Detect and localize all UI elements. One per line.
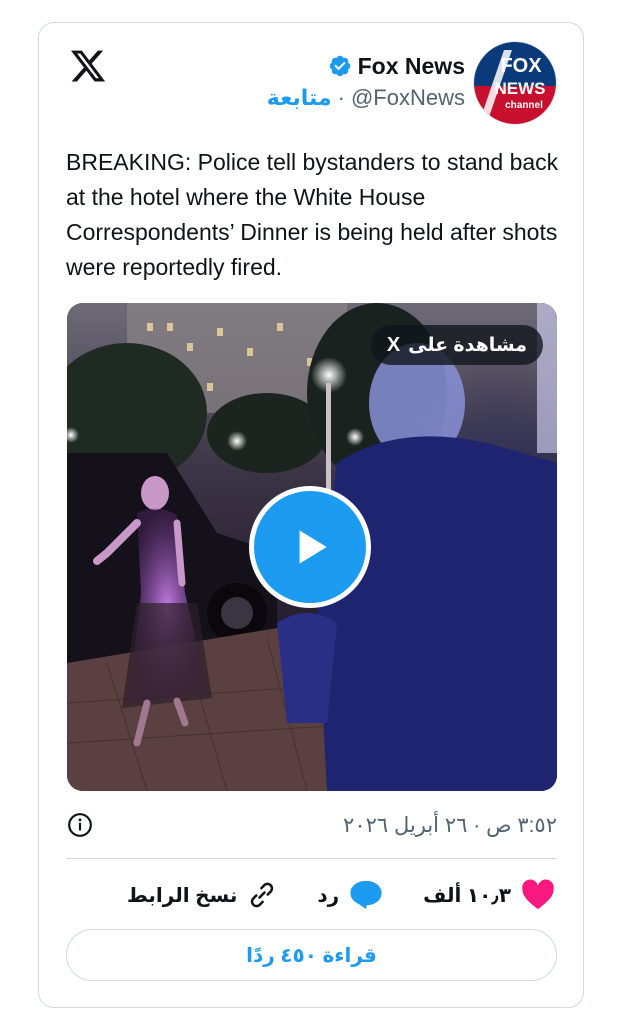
follow-link[interactable]: متابعة [267, 85, 332, 111]
reply-label: رد [317, 884, 340, 907]
watch-on-label: مشاهدة على [408, 334, 527, 356]
tweet-actions: نسخ الرابط رد ١٠٫٣ ألف [127, 873, 555, 917]
likes-count: ١٠٫٣ ألف [423, 884, 511, 907]
tweet-meta-row: ٣:٥٢ ص · ٢٦ أبريل ٢٠٢٦ [67, 808, 557, 842]
verified-badge-icon [329, 55, 350, 77]
link-icon [251, 882, 274, 908]
x-logo-icon[interactable] [69, 47, 107, 85]
info-icon[interactable] [67, 812, 93, 838]
tweet-timestamp[interactable]: ٣:٥٢ ص · ٢٦ أبريل ٢٠٢٦ [343, 813, 557, 838]
fox-news-logo-icon: FOX NEWS channel [474, 42, 556, 124]
video-media[interactable]: X مشاهدة على [67, 303, 557, 791]
reply-button[interactable]: رد [317, 879, 383, 911]
separator-dot: · [337, 85, 345, 110]
display-name-row: Fox News [267, 51, 465, 81]
play-icon [299, 530, 327, 564]
handle[interactable]: @FoxNews [351, 85, 465, 111]
handle-row: متابعة · @FoxNews [267, 81, 465, 115]
avatar[interactable]: FOX NEWS channel [473, 41, 557, 125]
copy-link-button[interactable]: نسخ الرابط [127, 880, 277, 910]
watch-x-label: X [386, 333, 401, 356]
tweet-text: BREAKING: Police tell bystanders to stan… [66, 149, 559, 280]
heart-icon [522, 879, 554, 910]
reply-bubble-icon [350, 880, 382, 910]
play-button[interactable] [249, 486, 371, 608]
avatar-channel-text: channel [505, 100, 543, 111]
watch-on-x-button[interactable]: X مشاهدة على [370, 325, 543, 365]
like-button[interactable]: ١٠٫٣ ألف [423, 879, 555, 911]
embedded-tweet-card: Fox News متابعة · @FoxNews FOX NEWS chan… [38, 22, 584, 1008]
display-name[interactable]: Fox News [358, 53, 465, 80]
copy-link-label: نسخ الرابط [127, 884, 238, 907]
divider [66, 858, 557, 859]
read-replies-button[interactable]: قراءة ٤٥٠ ردًا [66, 929, 557, 981]
tweet-header: Fox News متابعة · @FoxNews FOX NEWS chan… [267, 41, 557, 125]
author-names: Fox News متابعة · @FoxNews [267, 51, 465, 115]
avatar-fox-text: FOX [500, 55, 542, 77]
avatar-news-text: NEWS [495, 79, 546, 98]
